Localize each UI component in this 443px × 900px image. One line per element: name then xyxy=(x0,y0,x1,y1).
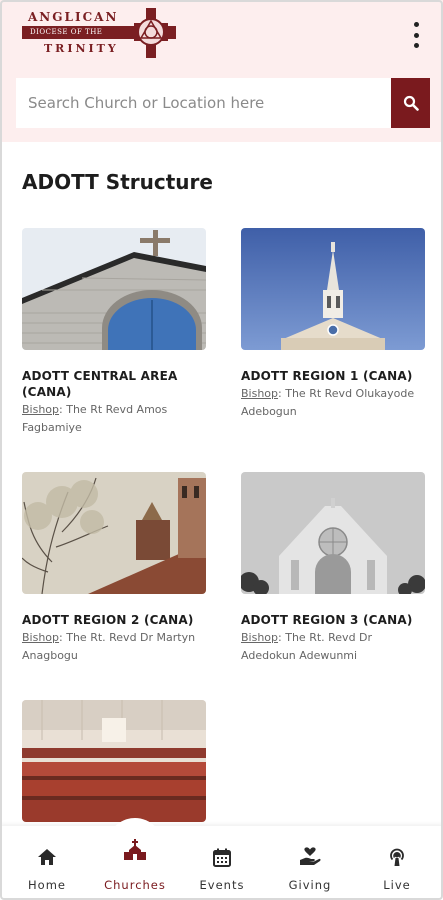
tab-label: Giving xyxy=(288,878,332,892)
logo-bottom-text: TRINITY xyxy=(44,42,119,55)
search-bar xyxy=(0,66,443,142)
kebab-menu-icon[interactable] xyxy=(408,22,424,48)
app-header: ANGLICAN DIOCESE OF THE TRINITY xyxy=(0,0,443,66)
bottom-tab-bar: Home Churches Events Giving Live xyxy=(0,818,443,900)
bishop-label[interactable]: Bishop xyxy=(241,387,278,400)
tab-label: Churches xyxy=(104,878,166,892)
giving-hand-icon xyxy=(300,847,321,865)
church-card-region-1[interactable]: ADOTT REGION 1 (CANA) Bishop: The Rt Rev… xyxy=(241,228,425,421)
church-card-bishop: Bishop: The Rt. Revd Dr Martyn Anagbogu xyxy=(22,629,206,665)
page-title: ADOTT Structure xyxy=(22,170,213,194)
church-card-bishop: Bishop: The Rt Revd Amos Fagbamiye xyxy=(22,401,206,437)
church-photo xyxy=(22,700,206,822)
church-card-name: ADOTT REGION 3 (CANA) xyxy=(241,613,413,627)
church-card-name: ADOTT REGION 2 (CANA) xyxy=(22,613,194,627)
logo-band-text: DIOCESE OF THE xyxy=(30,28,103,36)
home-icon xyxy=(38,849,56,865)
bishop-label[interactable]: Bishop xyxy=(22,631,59,644)
church-photo xyxy=(241,228,425,350)
tab-label: Events xyxy=(199,878,245,892)
tab-giving[interactable]: Giving xyxy=(270,826,350,900)
logo-cross-icon xyxy=(134,8,168,58)
church-card-region-2[interactable]: ADOTT REGION 2 (CANA) Bishop: The Rt. Re… xyxy=(22,472,206,665)
search-icon xyxy=(403,95,419,111)
tab-churches[interactable]: Churches xyxy=(95,826,175,900)
tab-label: Home xyxy=(28,878,66,892)
church-photo xyxy=(241,472,425,594)
church-card-region-3[interactable]: ADOTT REGION 3 (CANA) Bishop: The Rt. Re… xyxy=(241,472,425,665)
church-card-name: ADOTT CENTRAL AREA (CANA) xyxy=(22,369,178,399)
church-photo xyxy=(22,228,206,350)
logo-top-text: ANGLICAN xyxy=(28,10,119,24)
tab-home[interactable]: Home xyxy=(7,826,87,900)
broadcast-icon xyxy=(390,848,404,866)
church-card-central[interactable]: ADOTT CENTRAL AREA (CANA) Bishop: The Rt… xyxy=(22,228,206,437)
tab-events[interactable]: Events xyxy=(182,826,262,900)
tab-label: Live xyxy=(383,878,411,892)
search-input[interactable] xyxy=(28,94,392,112)
calendar-icon xyxy=(213,848,231,867)
search-button[interactable] xyxy=(391,78,430,128)
church-card-5[interactable] xyxy=(22,700,206,822)
search-field-container xyxy=(16,78,392,128)
church-card-name: ADOTT REGION 1 (CANA) xyxy=(241,369,413,383)
church-photo xyxy=(22,472,206,594)
church-card-bishop: Bishop: The Rt. Revd Dr Adedokun Adewunm… xyxy=(241,629,425,665)
church-icon xyxy=(124,839,146,860)
diocese-logo[interactable]: ANGLICAN DIOCESE OF THE TRINITY xyxy=(22,8,182,58)
tab-live[interactable]: Live xyxy=(357,826,437,900)
bishop-label[interactable]: Bishop xyxy=(22,403,59,416)
church-card-bishop: Bishop: The Rt Revd Olukayode Adebogun xyxy=(241,385,425,421)
bishop-label[interactable]: Bishop xyxy=(241,631,278,644)
